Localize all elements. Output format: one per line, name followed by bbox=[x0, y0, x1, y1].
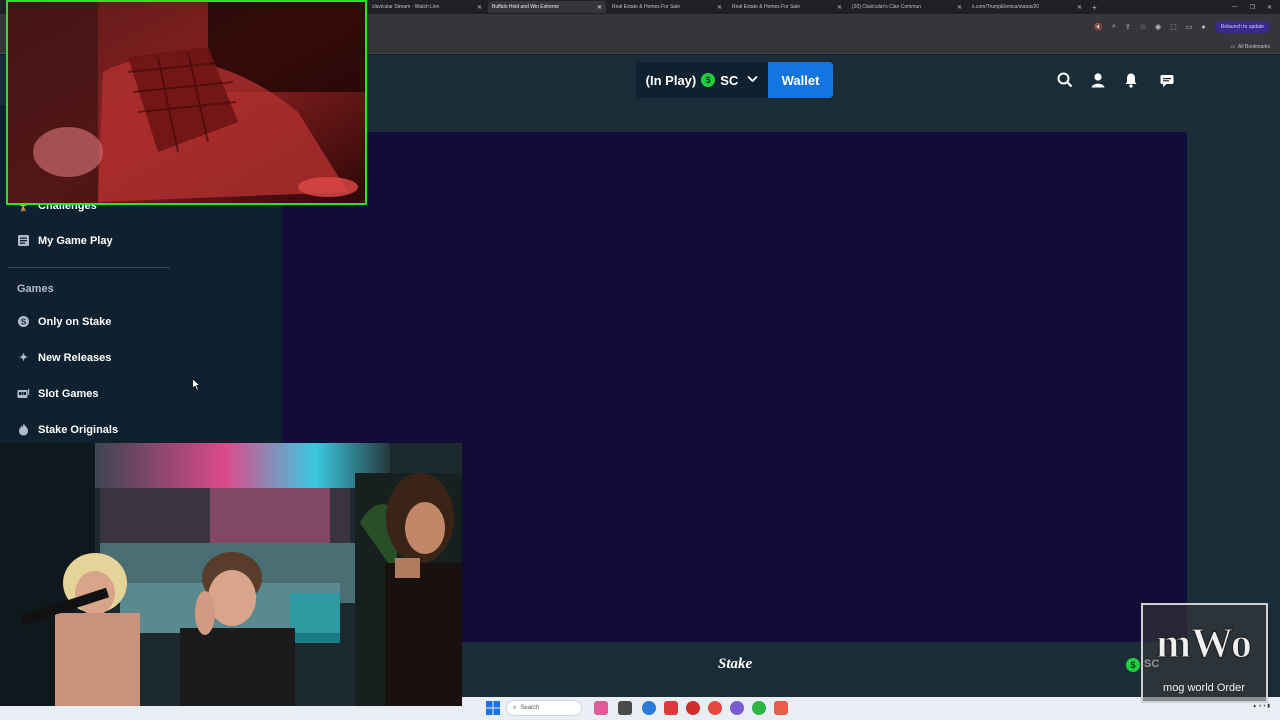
tab-title: Real Estate & Homes For Sale bbox=[612, 4, 681, 10]
taskbar-search[interactable]: ⌕ Search bbox=[506, 700, 582, 716]
chevron-down-icon bbox=[747, 75, 758, 86]
slot-machine-icon bbox=[17, 387, 30, 400]
browser-tab[interactable]: x.com/TrumpElonica/status/20 ✕ bbox=[968, 1, 1086, 13]
chat-icon[interactable] bbox=[1157, 70, 1177, 90]
user-icon[interactable] bbox=[1088, 70, 1108, 90]
balance-status: (In Play) bbox=[645, 72, 697, 88]
tab-title: clavicular Stream - Watch Live bbox=[372, 4, 440, 10]
app-icon[interactable] bbox=[686, 701, 700, 715]
new-tab-icon[interactable]: + bbox=[1092, 3, 1097, 12]
sidebar-item-stake-originals[interactable]: Stake Originals bbox=[17, 423, 118, 436]
sc-coin-icon: $ bbox=[701, 73, 716, 87]
browser-tab[interactable]: Real Estate & Homes For Sale ✕ bbox=[608, 1, 726, 13]
search-icon: ⌕ bbox=[513, 704, 517, 711]
windows-start-icon[interactable] bbox=[486, 701, 500, 715]
taskbar-search-label: Search bbox=[520, 705, 540, 711]
sidebar-item-label: New Releases bbox=[38, 351, 112, 364]
sidebar-item-my-game-play[interactable]: My Game Play bbox=[17, 234, 113, 247]
webcam-feed-image bbox=[0, 443, 462, 706]
mouse-cursor-icon bbox=[192, 377, 202, 396]
system-tray[interactable]: ▲ ◖ ◗ ▮ bbox=[1252, 703, 1270, 709]
app-icon[interactable] bbox=[730, 701, 744, 715]
svg-text:S: S bbox=[21, 318, 27, 327]
search-icon[interactable] bbox=[1055, 70, 1075, 90]
close-icon[interactable]: ✕ bbox=[837, 4, 842, 11]
browser-tab[interactable]: clavicular Stream - Watch Live ✕ bbox=[368, 1, 486, 13]
tab-title: Buffalo Hold and Win Extreme bbox=[492, 4, 559, 10]
sidebar-item-new-releases[interactable]: ✦ New Releases bbox=[17, 351, 112, 365]
extension-icon[interactable]: ◉ bbox=[1155, 23, 1161, 31]
chrome-icon[interactable] bbox=[708, 701, 722, 715]
browser-tab[interactable]: Real Estate & Homes For Sale ✕ bbox=[728, 1, 846, 13]
currency-label: SC bbox=[720, 72, 739, 88]
sidebar-item-only-on-stake[interactable]: S Only on Stake bbox=[17, 315, 111, 328]
webcam-feed-image bbox=[8, 2, 365, 203]
list-icon bbox=[17, 234, 30, 247]
sidebar-item-label: Stake Originals bbox=[38, 423, 119, 436]
minimize-icon[interactable]: — bbox=[1232, 4, 1238, 11]
stake-logo: Stake bbox=[718, 656, 753, 672]
file-explorer-icon[interactable] bbox=[618, 701, 632, 715]
sparkle-icon: ✦ bbox=[18, 352, 29, 364]
wallet-button[interactable]: Wallet bbox=[768, 62, 833, 98]
app-icon[interactable] bbox=[664, 701, 678, 715]
flame-icon bbox=[17, 423, 30, 436]
all-bookmarks-link[interactable]: All Bookmarks bbox=[1238, 44, 1270, 50]
bell-icon[interactable] bbox=[1121, 70, 1141, 90]
relaunch-button[interactable]: Relaunch to update bbox=[1214, 21, 1270, 33]
watermark-caption: mog world Order bbox=[1163, 682, 1245, 694]
close-icon[interactable]: ✕ bbox=[597, 4, 602, 11]
sidebar-item-label: Slot Games bbox=[38, 387, 99, 400]
close-icon[interactable]: ✕ bbox=[957, 4, 962, 11]
app-icon[interactable] bbox=[752, 701, 766, 715]
watermark-image: mWo mog world Order bbox=[1156, 620, 1253, 694]
address-bar-actions: 🔇 ⌕ ⇪ ☆ ◉ ⬚ ▭ ● Relaunch to update bbox=[1094, 21, 1280, 33]
sidebar-item-slot-games[interactable]: Slot Games bbox=[17, 387, 99, 400]
sidebar-item-label: My Game Play bbox=[38, 234, 113, 247]
profile-avatar-icon[interactable]: ● bbox=[1201, 24, 1205, 31]
window-controls: — ❐ ✕ bbox=[1232, 4, 1280, 11]
balance-selector[interactable]: (In Play) $ SC bbox=[636, 62, 768, 98]
sc-coin-icon: $ bbox=[1126, 658, 1140, 672]
close-window-icon[interactable]: ✕ bbox=[1267, 4, 1272, 11]
browser-tab-active[interactable]: Buffalo Hold and Win Extreme ✕ bbox=[488, 1, 606, 13]
folder-icon: ▭ bbox=[1230, 43, 1236, 50]
puzzle-icon[interactable]: ⬚ bbox=[1170, 23, 1177, 31]
edge-icon[interactable] bbox=[642, 701, 656, 715]
watermark-logo: mWo mog world Order bbox=[1141, 603, 1268, 703]
mute-icon[interactable]: 🔇 bbox=[1094, 23, 1103, 31]
tab-title: (20) Clavicular's Clan Commun bbox=[852, 4, 922, 10]
stake-coin-icon: S bbox=[17, 315, 30, 328]
browser-tab[interactable]: (20) Clavicular's Clan Commun ✕ bbox=[848, 1, 966, 13]
tab-title: Real Estate & Homes For Sale bbox=[732, 4, 801, 10]
app-icon[interactable] bbox=[594, 701, 608, 715]
section-label-games: Games bbox=[17, 283, 54, 295]
close-icon[interactable]: ✕ bbox=[1077, 4, 1082, 11]
sidepanel-icon[interactable]: ▭ bbox=[1186, 23, 1193, 31]
zoom-icon[interactable]: ⌕ bbox=[1112, 23, 1116, 31]
sidebar-item-label: Only on Stake bbox=[38, 315, 112, 328]
share-icon[interactable]: ⇪ bbox=[1125, 23, 1131, 31]
sidebar-divider bbox=[8, 267, 170, 268]
maximize-icon[interactable]: ❐ bbox=[1250, 4, 1255, 11]
star-icon[interactable]: ☆ bbox=[1140, 23, 1146, 31]
close-icon[interactable]: ✕ bbox=[477, 4, 482, 11]
webcam-overlay-bottom bbox=[0, 443, 462, 706]
watermark-text: mWo bbox=[1156, 621, 1252, 667]
tab-title: x.com/TrumpElonica/status/20 bbox=[972, 4, 1040, 10]
app-icon[interactable] bbox=[774, 701, 788, 715]
close-icon[interactable]: ✕ bbox=[717, 4, 722, 11]
webcam-overlay-top bbox=[6, 0, 367, 205]
